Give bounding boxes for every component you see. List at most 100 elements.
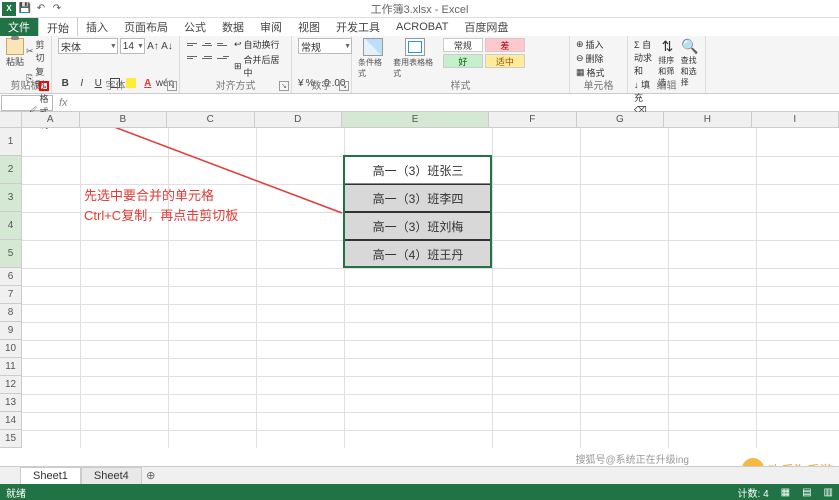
col-header-e[interactable]: E <box>342 112 489 127</box>
col-header-d[interactable]: D <box>255 112 342 127</box>
tab-layout[interactable]: 页面布局 <box>116 17 176 37</box>
row-header-11[interactable]: 11 <box>0 358 22 376</box>
title-bar: X 💾 ↶ ↷ 工作簿3.xlsx - Excel <box>0 0 839 18</box>
row-header-14[interactable]: 14 <box>0 412 22 430</box>
undo-icon[interactable]: ↶ <box>34 2 48 16</box>
tab-view[interactable]: 视图 <box>290 17 328 37</box>
table-format-icon <box>405 38 425 56</box>
row-header-15[interactable]: 15 <box>0 430 22 448</box>
cell-styles-gallery[interactable]: 常规 差 好 适中 <box>443 38 563 68</box>
paste-button[interactable]: 粘贴 <box>6 38 24 68</box>
status-count: 计数: 4 <box>738 485 769 500</box>
align-right-icon[interactable] <box>216 51 230 63</box>
group-styles: 条件格式 套用表格格式 常规 差 好 适中 样式 <box>352 36 570 93</box>
status-bar: 就绪 计数: 4 ▦ ▤ ▥ <box>0 484 839 500</box>
quick-access-toolbar: X 💾 ↶ ↷ <box>0 2 64 16</box>
align-top-icon[interactable] <box>186 38 200 50</box>
cell-e4[interactable]: 高一（3）班刘梅 <box>344 212 492 240</box>
row-header-10[interactable]: 10 <box>0 340 22 358</box>
align-bottom-icon[interactable] <box>216 38 230 50</box>
row-header-8[interactable]: 8 <box>0 304 22 322</box>
col-header-f[interactable]: F <box>489 112 576 127</box>
cut-button[interactable]: ✂剪切 <box>26 38 48 64</box>
tab-baidu[interactable]: 百度网盘 <box>456 17 516 37</box>
col-header-g[interactable]: G <box>577 112 664 127</box>
tab-insert[interactable]: 插入 <box>78 17 116 37</box>
cell-e3[interactable]: 高一（3）班李四 <box>344 184 492 212</box>
group-alignment: ↩自动换行 ⊞合并后居中 对齐方式 ↘ <box>180 36 292 93</box>
style-neutral[interactable]: 适中 <box>485 54 525 68</box>
align-launcher[interactable]: ↘ <box>279 81 289 91</box>
font-launcher[interactable]: ↘ <box>167 81 177 91</box>
cell-e2[interactable]: 高一（3）班张三 <box>344 156 492 184</box>
view-break-icon[interactable]: ▥ <box>824 487 833 498</box>
paste-label: 粘贴 <box>6 55 24 68</box>
tab-file[interactable]: 文件 <box>0 17 38 37</box>
status-ready: 就绪 <box>6 485 26 500</box>
style-bad[interactable]: 差 <box>485 38 525 52</box>
tab-home[interactable]: 开始 <box>38 17 78 38</box>
col-header-b[interactable]: B <box>80 112 167 127</box>
col-header-h[interactable]: H <box>664 112 751 127</box>
merge-center-button[interactable]: ⊞合并后居中 <box>234 53 285 79</box>
cell-e5[interactable]: 高一（4）班王丹 <box>344 240 492 268</box>
number-launcher[interactable]: ↘ <box>339 81 349 91</box>
cells-area[interactable]: 高一（3）班张三 高一（3）班李四 高一（3）班刘梅 高一（4）班王丹 先选中要… <box>22 128 839 448</box>
window-title: 工作簿3.xlsx - Excel <box>371 1 469 17</box>
tab-formulas[interactable]: 公式 <box>176 17 214 37</box>
insert-cells-button[interactable]: ⊕插入 <box>576 38 621 51</box>
delete-cells-button[interactable]: ⊖删除 <box>576 52 621 65</box>
attribution-text: 搜狐号@系统正在升级ing <box>576 451 690 466</box>
row-header-3[interactable]: 3 <box>0 184 22 212</box>
row-header-1[interactable]: 1 <box>0 128 22 156</box>
row-header-2[interactable]: 2 <box>0 156 22 184</box>
group-clipboard: 粘贴 ✂剪切 ⎘复制 🖌格式刷 剪贴板 ↘ <box>0 36 52 93</box>
font-name-select[interactable]: 宋体▼ <box>58 38 118 54</box>
sheet-tabs: Sheet1 Sheet4 ⊕ <box>0 466 839 484</box>
group-editing: Σ 自动求和 ↓ 填充 ⌫ 清除 ⇅排序和筛选 🔍查找和选择 编辑 <box>628 36 706 93</box>
row-header-6[interactable]: 6 <box>0 268 22 286</box>
clipboard-launcher[interactable]: ↘ <box>39 81 49 91</box>
style-normal[interactable]: 常规 <box>443 38 483 52</box>
number-format-select[interactable]: 常规▼ <box>298 38 352 54</box>
tab-data[interactable]: 数据 <box>214 17 252 37</box>
editing-label: 编辑 <box>628 77 705 92</box>
row-header-13[interactable]: 13 <box>0 394 22 412</box>
redo-icon[interactable]: ↷ <box>50 2 64 16</box>
align-center-icon[interactable] <box>201 51 215 63</box>
format-as-table-button[interactable]: 套用表格格式 <box>393 38 437 79</box>
tab-acrobat[interactable]: ACROBAT <box>388 19 456 35</box>
conditional-format-button[interactable]: 条件格式 <box>358 38 387 79</box>
row-header-9[interactable]: 9 <box>0 322 22 340</box>
view-layout-icon[interactable]: ▤ <box>802 487 811 498</box>
row-header-7[interactable]: 7 <box>0 286 22 304</box>
row-header-12[interactable]: 12 <box>0 376 22 394</box>
col-header-c[interactable]: C <box>167 112 254 127</box>
shrink-font-icon[interactable]: A↓ <box>161 38 173 54</box>
save-icon[interactable]: 💾 <box>18 2 32 16</box>
view-normal-icon[interactable]: ▦ <box>781 487 790 498</box>
align-middle-icon[interactable] <box>201 38 215 50</box>
row-header-5[interactable]: 5 <box>0 240 22 268</box>
align-left-icon[interactable] <box>186 51 200 63</box>
tab-review[interactable]: 审阅 <box>252 17 290 37</box>
wrap-icon: ↩ <box>234 39 242 50</box>
sheet-tab-4[interactable]: Sheet4 <box>81 467 142 485</box>
font-size-select[interactable]: 14▼ <box>120 38 145 54</box>
col-header-i[interactable]: I <box>752 112 839 127</box>
delete-icon: ⊖ <box>576 53 584 64</box>
column-headers: A B C D E F G H I <box>0 112 839 128</box>
wrap-text-button[interactable]: ↩自动换行 <box>234 38 285 51</box>
insert-icon: ⊕ <box>576 39 584 50</box>
grow-font-icon[interactable]: A↑ <box>147 38 159 54</box>
font-label: 字体 <box>52 77 179 92</box>
row-header-4[interactable]: 4 <box>0 212 22 240</box>
add-sheet-button[interactable]: ⊕ <box>142 469 160 482</box>
select-all-corner[interactable] <box>0 112 22 127</box>
sheet-tab-1[interactable]: Sheet1 <box>20 467 81 485</box>
style-good[interactable]: 好 <box>443 54 483 68</box>
tab-dev[interactable]: 开发工具 <box>328 17 388 37</box>
col-header-a[interactable]: A <box>22 112 80 127</box>
fx-icon[interactable]: fx <box>53 97 74 109</box>
autosum-button[interactable]: Σ 自动求和 <box>634 38 654 77</box>
